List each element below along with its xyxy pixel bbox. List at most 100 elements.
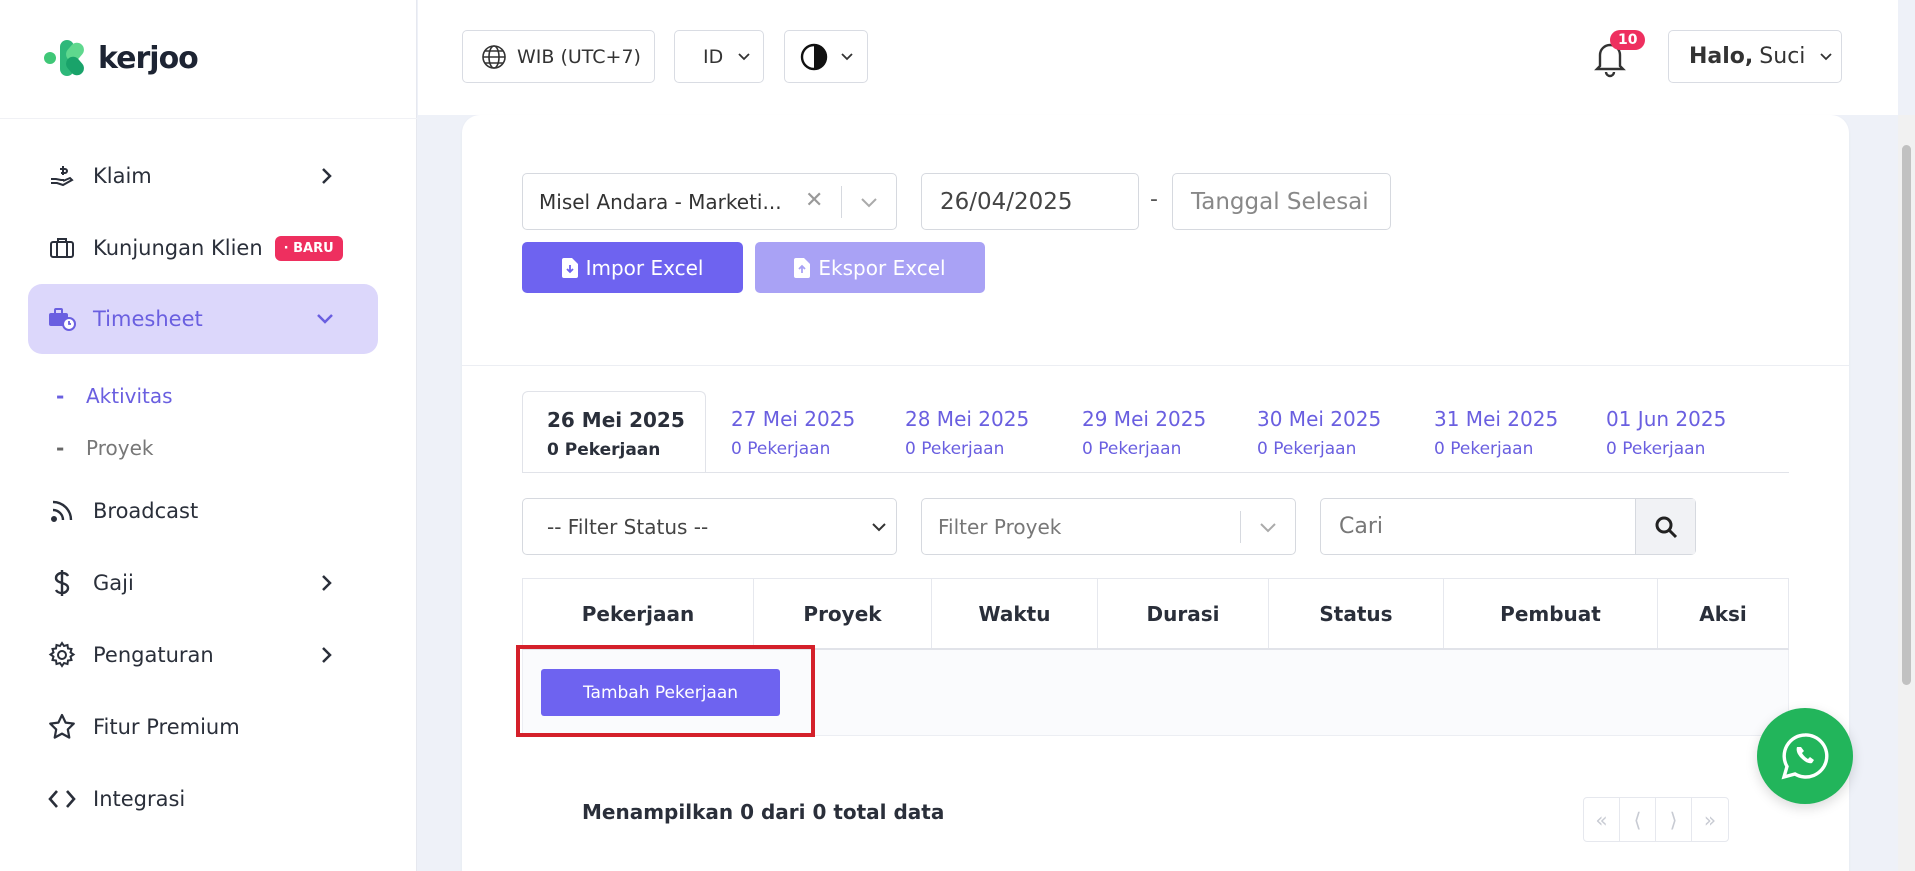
sidebar-item-timesheet[interactable]: Timesheet bbox=[28, 284, 378, 354]
column-header: Proyek bbox=[754, 579, 932, 648]
code-icon bbox=[48, 785, 76, 813]
hand-money-icon bbox=[48, 162, 76, 190]
sidebar-item-label: Pengaturan bbox=[93, 643, 214, 667]
tab-date: 28 Mei 2025 bbox=[905, 407, 1030, 431]
tab-date: 30 Mei 2025 bbox=[1257, 407, 1382, 431]
chevron-down-icon bbox=[314, 308, 336, 332]
project-filter-select[interactable]: Filter Proyek bbox=[921, 498, 1296, 555]
tab-28-mei-2025[interactable]: 28 Mei 2025 0 Pekerjaan bbox=[905, 391, 1029, 473]
sidebar-item-label: Klaim bbox=[93, 164, 152, 188]
sidebar-item-label: Kunjungan Klien bbox=[93, 236, 263, 260]
page-scrollbar[interactable] bbox=[1898, 115, 1915, 871]
tab-31-mei-2025[interactable]: 31 Mei 2025 0 Pekerjaan bbox=[1434, 391, 1558, 473]
column-header: Status bbox=[1269, 579, 1444, 648]
end-date-input[interactable]: Tanggal Selesai bbox=[1172, 173, 1391, 230]
sidebar-subitem-aktivitas[interactable]: - Aktivitas bbox=[56, 384, 173, 408]
pagination: « ⟨ ⟩ » bbox=[1583, 797, 1729, 842]
file-upload-icon bbox=[794, 257, 811, 278]
chevron-right-icon bbox=[316, 165, 336, 191]
tab-count: 0 Pekerjaan bbox=[1257, 439, 1357, 459]
project-filter-placeholder: Filter Proyek bbox=[938, 514, 1062, 539]
star-icon bbox=[48, 713, 76, 741]
employee-select[interactable]: Misel Andara - Marketi... ✕ bbox=[522, 173, 897, 230]
export-excel-button[interactable]: Ekspor Excel bbox=[755, 242, 985, 293]
column-header: Durasi bbox=[1098, 579, 1269, 648]
sidebar-item-klaim[interactable]: Klaim bbox=[28, 141, 378, 211]
file-download-icon bbox=[561, 257, 578, 278]
theme-toggle-dropdown[interactable] bbox=[784, 30, 868, 83]
tab-30-mei-2025[interactable]: 30 Mei 2025 0 Pekerjaan bbox=[1257, 391, 1381, 473]
chevron-down-icon bbox=[840, 52, 854, 62]
export-excel-label: Ekspor Excel bbox=[818, 255, 946, 280]
sidebar-item-kunjungan-klien[interactable]: Kunjungan Klien · BARU bbox=[28, 213, 378, 283]
sidebar-item-label: Integrasi bbox=[93, 787, 186, 811]
sidebar-item-pengaturan[interactable]: Pengaturan bbox=[28, 620, 378, 690]
next-page-button[interactable]: ⟩ bbox=[1656, 798, 1692, 841]
language-label: ID bbox=[703, 45, 724, 68]
dollar-icon bbox=[48, 569, 76, 597]
last-page-button[interactable]: » bbox=[1692, 798, 1728, 841]
new-badge: · BARU bbox=[274, 235, 343, 261]
sidebar-item-gaji[interactable]: Gaji bbox=[28, 548, 378, 618]
tab-29-mei-2025[interactable]: 29 Mei 2025 0 Pekerjaan bbox=[1082, 391, 1206, 473]
clear-icon[interactable]: ✕ bbox=[805, 188, 823, 213]
timesheet-icon bbox=[48, 305, 76, 333]
tab-count: 0 Pekerjaan bbox=[1434, 439, 1534, 459]
logo-text: kerjoo bbox=[98, 40, 199, 76]
sidebar-item-label: Gaji bbox=[93, 571, 134, 595]
timezone-button[interactable]: WIB (UTC+7) bbox=[462, 30, 655, 83]
contrast-icon bbox=[800, 43, 828, 71]
sidebar-item-label: Timesheet bbox=[93, 307, 203, 331]
subitem-label: Aktivitas bbox=[86, 384, 173, 408]
first-page-button[interactable]: « bbox=[1584, 798, 1620, 841]
user-menu-dropdown[interactable]: Halo, Suci bbox=[1668, 30, 1842, 83]
search-input[interactable]: Cari bbox=[1320, 498, 1696, 555]
gear-icon bbox=[48, 641, 76, 669]
start-date-input[interactable]: 26/04/2025 bbox=[921, 173, 1139, 230]
language-dropdown[interactable]: ID bbox=[674, 30, 764, 83]
tab-date: 29 Mei 2025 bbox=[1082, 407, 1207, 431]
sidebar: kerjoo Klaim Kunjungan Klien · BARU Time… bbox=[0, 0, 417, 871]
chevron-down-icon bbox=[1819, 52, 1833, 62]
globe-icon bbox=[481, 44, 507, 70]
sidebar-subitem-proyek[interactable]: - Proyek bbox=[56, 436, 153, 460]
tab-26-mei-2025[interactable]: 26 Mei 2025 0 Pekerjaan bbox=[522, 391, 706, 473]
user-name: Suci bbox=[1759, 44, 1806, 69]
column-header: Waktu bbox=[932, 579, 1098, 648]
date-range-separator: - bbox=[1150, 187, 1158, 212]
chevron-right-icon bbox=[316, 572, 336, 598]
tab-27-mei-2025[interactable]: 27 Mei 2025 0 Pekerjaan bbox=[731, 391, 855, 473]
sidebar-item-fitur-premium[interactable]: Fitur Premium bbox=[28, 692, 378, 762]
sidebar-item-integrasi[interactable]: Integrasi bbox=[28, 764, 378, 834]
tab-count: 0 Pekerjaan bbox=[1082, 439, 1182, 459]
logo[interactable]: kerjoo bbox=[42, 38, 199, 79]
dash-marker: - bbox=[56, 436, 65, 460]
scrollbar-thumb[interactable] bbox=[1902, 145, 1911, 685]
prev-page-button[interactable]: ⟨ bbox=[1620, 798, 1656, 841]
search-button[interactable] bbox=[1635, 499, 1695, 554]
rss-icon bbox=[48, 497, 76, 525]
logo-mark-icon bbox=[42, 38, 90, 79]
whatsapp-icon bbox=[1779, 730, 1831, 782]
chevron-down-icon[interactable] bbox=[859, 188, 879, 221]
tab-date: 31 Mei 2025 bbox=[1434, 407, 1559, 431]
tab-01-jun-2025[interactable]: 01 Jun 2025 0 Pekerjaan bbox=[1606, 391, 1726, 473]
tab-date: 01 Jun 2025 bbox=[1606, 407, 1727, 431]
status-filter-select[interactable]: -- Filter Status -- bbox=[522, 498, 897, 555]
employee-value: Misel Andara - Marketi... bbox=[539, 189, 782, 214]
column-header: Pekerjaan bbox=[523, 579, 754, 648]
whatsapp-button[interactable] bbox=[1757, 708, 1853, 804]
sidebar-item-label: Broadcast bbox=[93, 499, 199, 523]
chevron-down-icon bbox=[870, 516, 888, 543]
import-excel-button[interactable]: Impor Excel bbox=[522, 242, 743, 293]
highlight-box bbox=[516, 645, 815, 737]
table-header: Pekerjaan Proyek Waktu Durasi Status Pem… bbox=[522, 578, 1789, 650]
notification-count-badge: 10 bbox=[1610, 30, 1646, 50]
sidebar-item-broadcast[interactable]: Broadcast bbox=[28, 476, 378, 546]
table-summary: Menampilkan 0 dari 0 total data bbox=[582, 800, 945, 824]
chevron-down-icon bbox=[1258, 513, 1278, 546]
greeting-bold: Halo, bbox=[1689, 44, 1754, 69]
briefcase-icon bbox=[48, 234, 76, 262]
import-excel-label: Impor Excel bbox=[585, 255, 704, 280]
dash-marker: - bbox=[56, 384, 65, 408]
